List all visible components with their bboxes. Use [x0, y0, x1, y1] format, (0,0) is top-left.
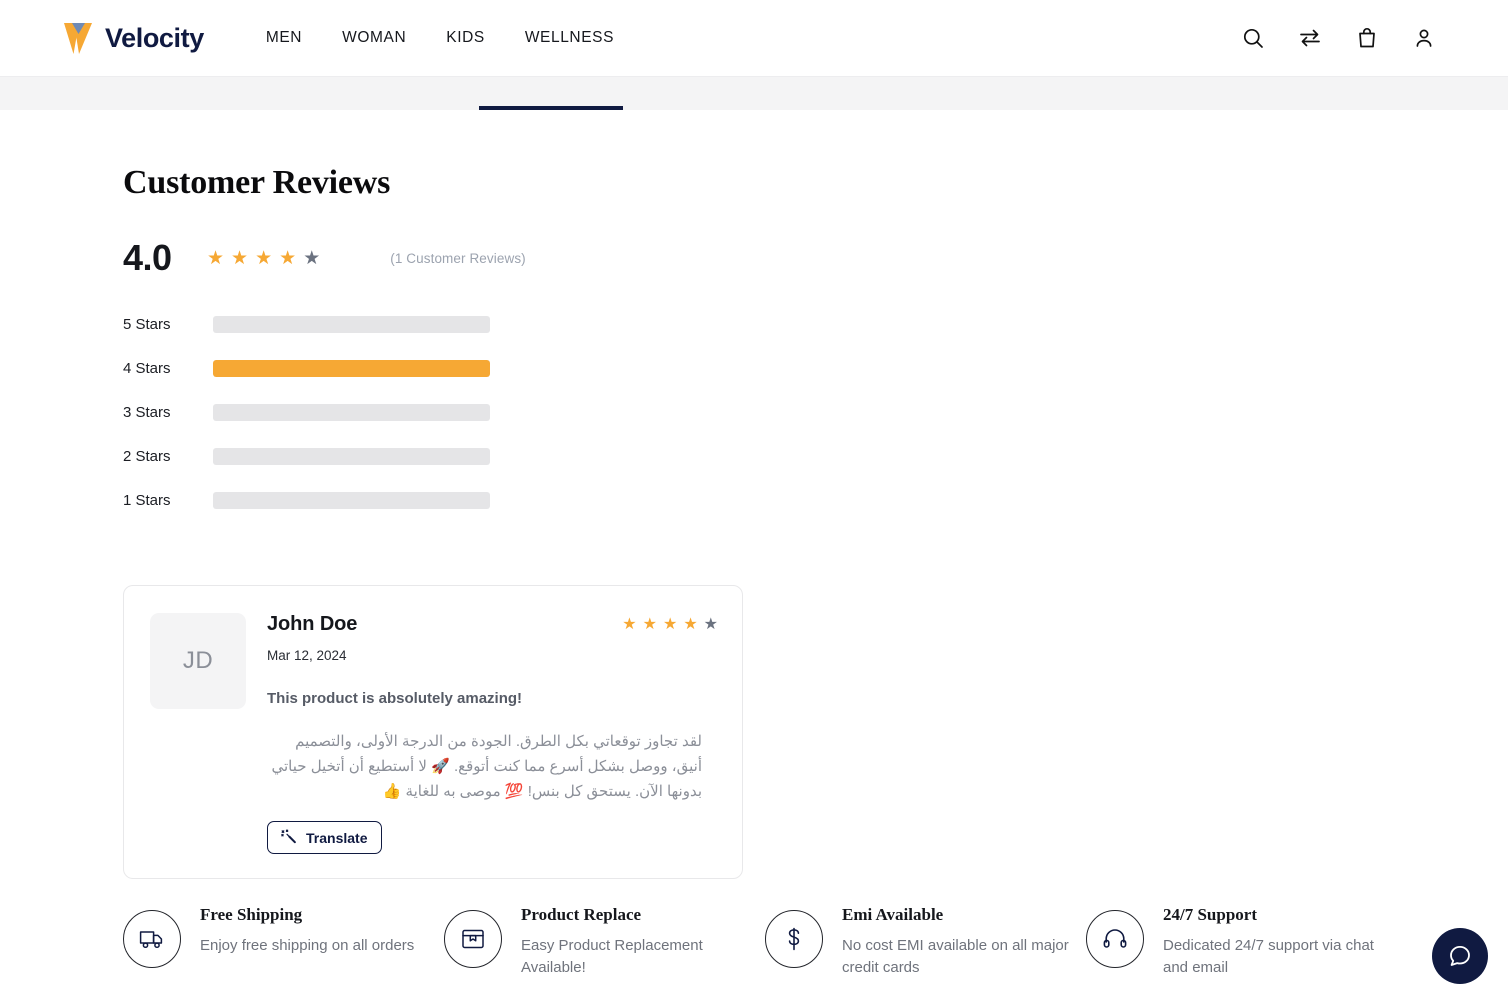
chat-bubble-icon — [1447, 943, 1473, 969]
average-rating-stars: ★ ★ ★ ★ ★ — [207, 249, 320, 268]
star-icon: ★ — [231, 247, 249, 269]
breakdown-label: 4 Stars — [123, 359, 171, 377]
review-stars: ★ ★ ★ ★ ★ — [622, 613, 718, 633]
box-replace-icon — [444, 910, 502, 968]
review-card: JD John Doe ★ ★ ★ ★ ★ Mar 12, 2024 This … — [123, 585, 743, 879]
breakdown-row-5[interactable]: 5 Stars — [123, 302, 1446, 346]
nav-link-kids[interactable]: KIDS — [446, 29, 485, 47]
star-icon: ★ — [683, 616, 698, 633]
star-icon: ★ — [662, 616, 678, 633]
feature-description: No cost EMI available on all major credi… — [842, 937, 1069, 976]
feature-emi-available: Emi Available No cost EMI available on a… — [765, 890, 1086, 979]
breakdown-row-4[interactable]: 4 Stars — [123, 346, 1446, 390]
star-icon: ★ — [303, 247, 321, 269]
search-icon[interactable] — [1241, 26, 1265, 50]
nav-link-woman[interactable]: WOMAN — [342, 29, 406, 47]
breakdown-label: 2 Stars — [123, 447, 171, 465]
breakdown-track — [213, 359, 490, 377]
breakdown-row-1[interactable]: 1 Stars — [123, 478, 1446, 522]
main-navigation: MEN WOMAN KIDS WELLNESS — [266, 29, 614, 47]
site-header: Velocity MEN WOMAN KIDS WELLNESS — [0, 0, 1508, 76]
headset-icon — [1086, 910, 1144, 968]
breakdown-label: 5 Stars — [123, 315, 171, 333]
user-account-icon[interactable] — [1412, 26, 1436, 50]
page-title: Customer Reviews — [123, 164, 391, 201]
avatar: JD — [150, 613, 246, 709]
feature-description: Easy Product Replacement Available! — [521, 937, 703, 976]
customer-reviews-section: Customer Reviews 4.0 ★ ★ ★ ★ ★ (1 Custom… — [0, 110, 1508, 879]
nav-link-men[interactable]: MEN — [266, 29, 302, 47]
header-actions — [1241, 26, 1436, 50]
rating-summary: 4.0 ★ ★ ★ ★ ★ (1 Customer Reviews) — [123, 240, 1446, 276]
star-icon: ★ — [622, 616, 637, 633]
magic-wand-icon — [280, 829, 297, 846]
breakdown-track — [213, 315, 490, 333]
chat-widget-button[interactable] — [1432, 928, 1488, 984]
feature-product-replace: Product Replace Easy Product Replacement… — [444, 890, 765, 979]
truck-icon — [123, 910, 181, 968]
feature-title: Product Replace — [521, 905, 642, 924]
average-rating-value: 4.0 — [123, 237, 172, 278]
product-tab-strip: Reviews — [0, 69, 1508, 110]
feature-title: Emi Available — [842, 905, 944, 924]
review-count-label: (1 Customer Reviews) — [390, 250, 526, 266]
translate-button-label: Translate — [306, 829, 368, 846]
brand-logo[interactable]: Velocity — [62, 20, 204, 56]
star-icon: ★ — [642, 616, 657, 633]
compare-icon[interactable] — [1298, 26, 1322, 50]
feature-free-shipping: Free Shipping Enjoy free shipping on all… — [123, 890, 444, 979]
shopping-bag-icon[interactable] — [1355, 26, 1379, 50]
feature-title: 24/7 Support — [1163, 905, 1257, 924]
review-date: Mar 12, 2024 — [267, 648, 347, 663]
review-headline: This product is absolutely amazing! — [267, 690, 523, 707]
breakdown-track — [213, 447, 490, 465]
review-content: John Doe ★ ★ ★ ★ ★ Mar 12, 2024 This pro… — [267, 613, 718, 854]
star-icon: ★ — [703, 616, 718, 633]
breakdown-row-3[interactable]: 3 Stars — [123, 390, 1446, 434]
feature-description: Dedicated 24/7 support via chat and emai… — [1163, 937, 1374, 976]
star-icon: ★ — [279, 247, 297, 269]
feature-support: 24/7 Support Dedicated 24/7 support via … — [1086, 890, 1407, 979]
dollar-icon — [765, 910, 823, 968]
brand-name: Velocity — [105, 22, 204, 53]
star-icon: ★ — [207, 247, 225, 269]
breakdown-fill — [213, 359, 490, 377]
review-text: لقد تجاوز توقعاتي بكل الطرق. الجودة من ا… — [271, 733, 702, 800]
feature-description: Enjoy free shipping on all orders — [200, 937, 415, 954]
breakdown-track — [213, 491, 490, 509]
nav-link-wellness[interactable]: WELLNESS — [525, 29, 614, 47]
star-icon: ★ — [255, 247, 273, 269]
review-header: John Doe ★ ★ ★ ★ ★ — [267, 613, 718, 636]
breakdown-track — [213, 403, 490, 421]
breakdown-label: 3 Stars — [123, 403, 171, 421]
breakdown-row-2[interactable]: 2 Stars — [123, 434, 1446, 478]
active-tab-underline — [479, 106, 623, 110]
feature-title: Free Shipping — [200, 905, 303, 924]
rating-breakdown: 5 Stars 4 Stars 3 Stars 2 Stars 1 Stars — [123, 302, 1446, 522]
breakdown-label: 1 Stars — [123, 491, 171, 509]
translate-button[interactable]: Translate — [267, 821, 383, 854]
features-bar: Free Shipping Enjoy free shipping on all… — [123, 890, 1446, 979]
reviewer-name: John Doe — [267, 613, 358, 635]
velocity-v-icon — [62, 20, 96, 56]
